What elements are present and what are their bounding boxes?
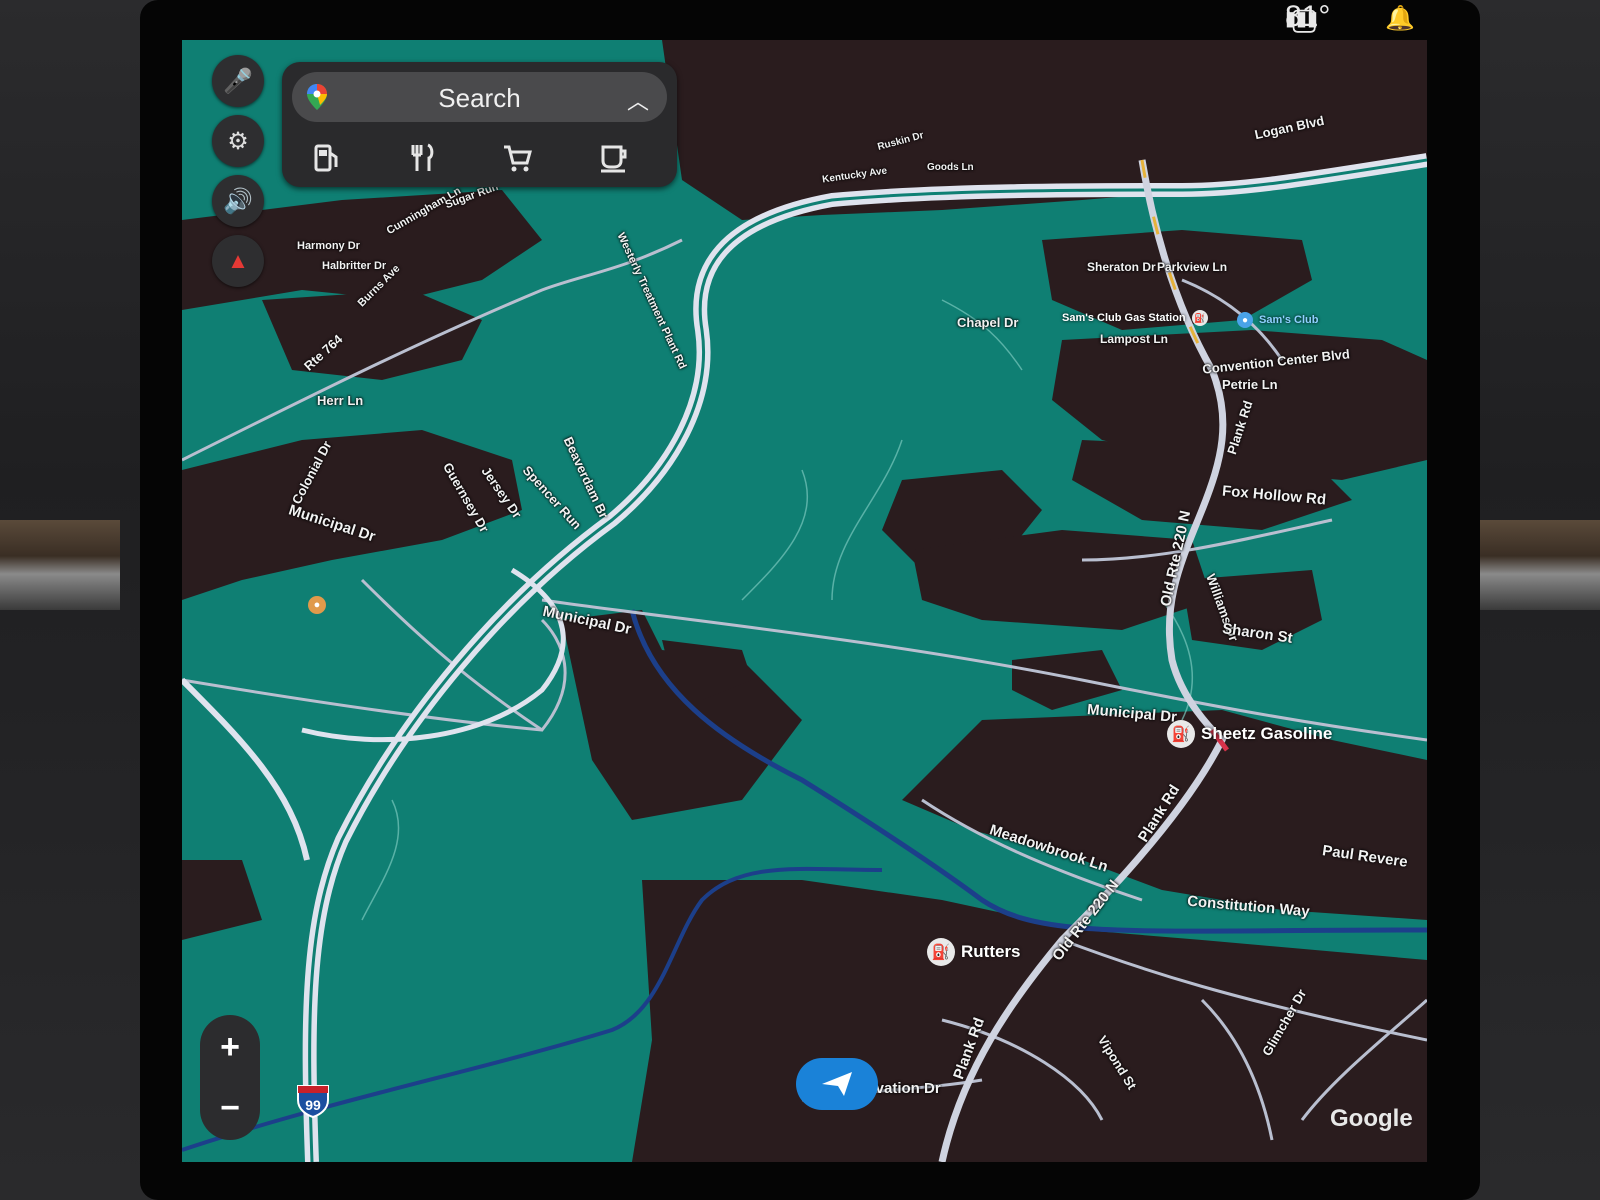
- navigation-arrow-icon: [822, 1072, 852, 1096]
- category-shopping-button[interactable]: [497, 138, 537, 178]
- gas-pin-icon: ⛽: [1191, 310, 1208, 326]
- poi-rutters[interactable]: ⛽ Rutters: [927, 938, 1021, 966]
- road-label-petrie-ln: Petrie Ln: [1222, 377, 1278, 392]
- search-bar[interactable]: Search ︿: [292, 72, 667, 122]
- notification-icon[interactable]: 🔔: [1385, 4, 1415, 33]
- coffee-icon: [601, 145, 627, 173]
- road-label-herr-ln: Herr Ln: [317, 393, 364, 408]
- search-card: Search ︿: [282, 62, 677, 187]
- microphone-icon: 🎤: [223, 67, 253, 95]
- road-label-chapel-dr: Chapel Dr: [957, 315, 1019, 330]
- category-coffee-button[interactable]: [594, 138, 634, 178]
- volume-icon: 🔊: [223, 187, 253, 215]
- settings-button[interactable]: ⚙: [212, 115, 264, 167]
- poi-name: Sam's Club: [1259, 314, 1319, 326]
- gas-pin-icon: ⛽: [927, 938, 955, 966]
- current-location-marker[interactable]: [796, 1058, 878, 1110]
- chevron-up-icon[interactable]: ︿: [627, 84, 649, 116]
- temperature: 81°: [1285, 0, 1331, 33]
- poi-restaurant[interactable]: ●: [308, 596, 326, 614]
- gas-pin-icon: ⛽: [1167, 720, 1195, 748]
- zoom-in-button[interactable]: +: [200, 1017, 260, 1077]
- gas-station-icon: [314, 144, 338, 172]
- road-label-halbritter-dr: Halbritter Dr: [322, 260, 387, 272]
- road-label-harmony-dr: Harmony Dr: [297, 240, 360, 252]
- poi-name: Rutters: [961, 942, 1021, 961]
- poi-name: Sam's Club Gas Station: [1062, 312, 1186, 324]
- road-label-lampost-ln: Lampost Ln: [1100, 332, 1168, 346]
- poi-sams-club[interactable]: ● Sam's Club: [1237, 312, 1318, 328]
- status-bar: ▮▮▮ ▢ 🔔 81°: [150, 0, 1460, 40]
- road-label-parkview-ln: Parkview Ln: [1157, 260, 1228, 274]
- microphone-button[interactable]: 🎤: [212, 55, 264, 107]
- restaurant-icon: [411, 143, 434, 171]
- map-canvas: [182, 40, 1427, 1162]
- zoom-out-button[interactable]: −: [200, 1078, 260, 1138]
- map-view[interactable]: Rte 764 Herr Ln Colonial Dr Municipal Dr…: [182, 40, 1427, 1162]
- interstate-shield-icon: 99: [297, 1085, 329, 1118]
- shopping-cart-icon: [504, 145, 532, 172]
- poi-sams-club-gas[interactable]: Sam's Club Gas Station ⛽: [1062, 310, 1208, 326]
- category-gas-button[interactable]: [307, 138, 347, 178]
- restaurant-pin-icon: ●: [308, 596, 326, 614]
- dashboard-trim-left: [0, 520, 120, 610]
- compass-button[interactable]: ▲: [212, 235, 264, 287]
- settings-icon: ⚙: [227, 127, 249, 155]
- poi-name: Sheetz Gasoline: [1201, 724, 1333, 743]
- shopping-pin-icon: ●: [1237, 312, 1253, 328]
- shield-number: 99: [305, 1097, 321, 1113]
- road-label-goods-ln: Goods Ln: [927, 162, 974, 173]
- category-restaurant-button[interactable]: [402, 138, 442, 178]
- zoom-controls: + −: [200, 1015, 260, 1140]
- poi-sheetz[interactable]: ⛽ Sheetz Gasoline: [1167, 720, 1332, 748]
- compass-icon: ▲: [227, 248, 249, 273]
- dashboard-trim-right: [1480, 520, 1600, 610]
- google-attribution: Google: [1330, 1105, 1413, 1132]
- road-label-sheraton-dr: Sheraton Dr: [1087, 260, 1156, 274]
- search-label: Search: [438, 83, 521, 113]
- volume-button[interactable]: 🔊: [212, 175, 264, 227]
